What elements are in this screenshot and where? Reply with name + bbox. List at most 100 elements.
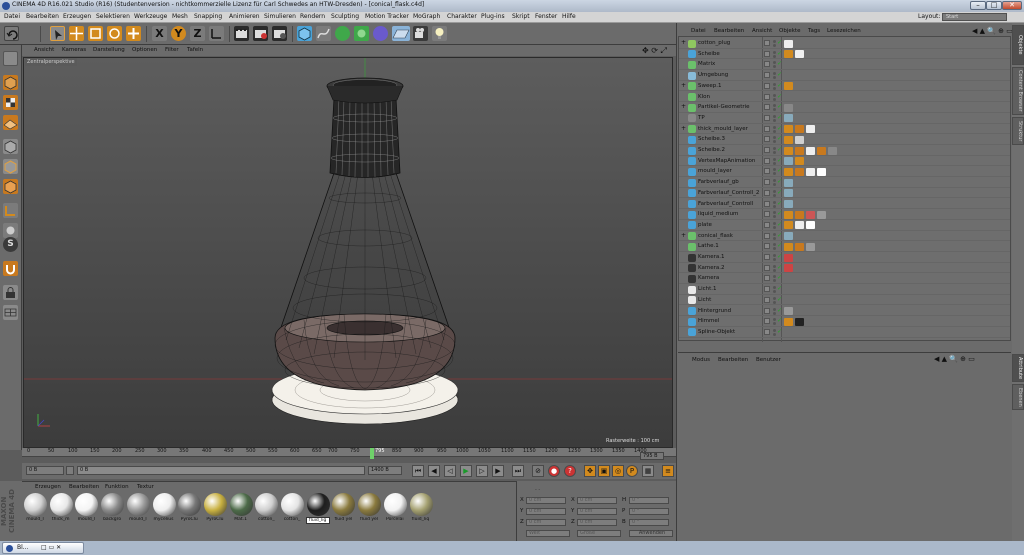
enabled-check-icon[interactable]: ✓ [777,189,782,196]
rotation-key-icon[interactable]: ◎ [612,465,624,477]
object-name[interactable]: cotton_plug [698,40,730,46]
object-name[interactable]: Scheibe.3 [698,136,725,142]
tab-ebenen[interactable]: Ebenen [1012,384,1024,410]
object-name[interactable]: Licht [698,297,711,303]
enabled-check-icon[interactable]: ✓ [777,125,782,132]
object-name[interactable]: Hintergrund [698,308,731,314]
object-tag-icon[interactable] [795,50,804,59]
layer-toggle[interactable] [764,286,770,293]
enabled-check-icon[interactable]: ✓ [777,242,782,249]
layer-toggle[interactable] [764,125,770,132]
object-tag-icon[interactable] [806,242,815,251]
floor-icon[interactable] [392,26,410,41]
move-icon[interactable] [69,26,84,41]
object-tag-icon[interactable] [795,242,804,251]
lock-workplane-icon[interactable] [3,285,18,300]
layer-toggle[interactable] [764,50,770,57]
object-name[interactable]: Umgebung [698,72,728,78]
object-tag-icon[interactable] [806,125,815,134]
visibility-dot[interactable] [773,311,776,315]
object-name[interactable]: Himmel [698,318,719,324]
layer-toggle[interactable] [764,157,770,164]
attr-menu-bearbeiten[interactable]: Bearbeiten [718,357,748,363]
visibility-dot[interactable] [773,93,776,97]
viewport-menu-kameras[interactable]: Kameras [62,47,86,53]
object-row[interactable] [679,92,1010,103]
enabled-check-icon[interactable]: ✓ [777,221,782,228]
make-editable-icon[interactable] [3,51,18,66]
object-menu-tags[interactable]: Tags [808,28,820,34]
visibility-dot[interactable] [773,225,776,229]
enabled-check-icon[interactable]: ✓ [777,39,782,46]
object-tag-icon[interactable] [784,39,793,48]
last-tool-icon[interactable] [126,26,141,41]
layer-toggle[interactable] [764,318,770,325]
layer-toggle[interactable] [764,200,770,207]
material-swatch[interactable] [409,493,433,516]
visibility-dot[interactable] [773,307,776,311]
apply-button[interactable]: Anwenden [629,530,673,537]
object-name[interactable]: thick_mould_layer [698,126,748,132]
object-name[interactable]: Farbverlauf_Controll [698,201,753,207]
play-icon[interactable]: ▶ [460,465,472,477]
menu-mograph[interactable]: MoGraph [413,13,440,20]
object-tag-icon[interactable] [795,317,804,326]
record-keys-icon[interactable]: ⊘ [532,465,544,477]
layer-toggle[interactable] [764,147,770,153]
menu-werkzeuge[interactable]: Werkzeuge [134,13,167,20]
timeline-ruler[interactable]: 0 50 100 150 200 250 300 350 400 450 500… [22,448,676,457]
minimize-button[interactable]: – [970,1,986,10]
pla-key-icon[interactable]: ▦ [642,465,654,477]
attr-nav-icons[interactable]: ◀ ▲ 🔍 ⊕ ▭ [934,355,975,363]
enabled-check-icon[interactable]: ✓ [777,93,782,100]
enabled-check-icon[interactable]: ✓ [777,114,782,121]
object-row[interactable] [679,59,1010,71]
enabled-check-icon[interactable]: ✓ [777,200,782,207]
visibility-dot[interactable] [773,50,776,54]
object-tag-icon[interactable] [795,146,804,155]
object-row[interactable] [679,145,1010,156]
previous-frame-icon[interactable]: ◁ [444,465,456,477]
material-swatch[interactable] [203,493,227,516]
layer-toggle[interactable] [764,221,770,228]
deformer-icon[interactable] [373,26,388,41]
expand-icon[interactable]: + [681,232,686,239]
x-axis-icon[interactable]: X [152,26,167,41]
object-row[interactable] [679,252,1010,263]
render-view-icon[interactable] [234,26,249,41]
object-tag-icon[interactable] [806,221,815,230]
menu-motion-tracker[interactable]: Motion Tracker [365,13,409,20]
object-tag-icon[interactable] [795,210,804,219]
object-tag-icon[interactable] [795,135,804,144]
material-swatch[interactable] [49,493,73,516]
snap-icon[interactable]: S [3,237,18,252]
menu-sculpting[interactable]: Sculpting [331,13,359,20]
object-tag-icon[interactable] [784,317,793,326]
object-tag-icon[interactable] [784,157,793,166]
rotation-p-field[interactable]: 0 ° [629,508,669,515]
menu-mesh[interactable]: Mesh [172,13,188,20]
object-row[interactable] [679,284,1010,295]
coord-size-select[interactable]: Größe [577,530,621,537]
expand-icon[interactable]: + [681,125,686,132]
enabled-check-icon[interactable]: ✓ [777,296,782,303]
menu-bearbeiten[interactable]: Bearbeiten [26,13,59,20]
start-field-arrow[interactable] [66,466,74,475]
layer-toggle[interactable] [764,211,770,218]
menu-selektieren[interactable]: Selektieren [96,13,130,20]
previous-key-icon[interactable]: ◀ [428,465,440,477]
object-tag-icon[interactable] [784,307,793,315]
viewport-menu-ansicht[interactable]: Ansicht [34,47,54,53]
object-name[interactable]: Lathe.1 [698,243,719,249]
layer-toggle[interactable] [764,72,770,79]
visibility-dot[interactable] [773,232,776,236]
material-menu-funktion[interactable]: Funktion [105,484,129,490]
object-name[interactable]: Farbverlauf_gb [698,179,739,185]
go-to-start-icon[interactable]: ⏮ [412,465,424,477]
expand-icon[interactable]: + [681,103,686,110]
object-tag-icon[interactable] [828,146,837,155]
object-row[interactable] [679,241,1010,252]
object-tag-icon[interactable] [795,167,804,176]
visibility-dot[interactable] [773,258,776,261]
layer-toggle[interactable] [764,243,770,250]
